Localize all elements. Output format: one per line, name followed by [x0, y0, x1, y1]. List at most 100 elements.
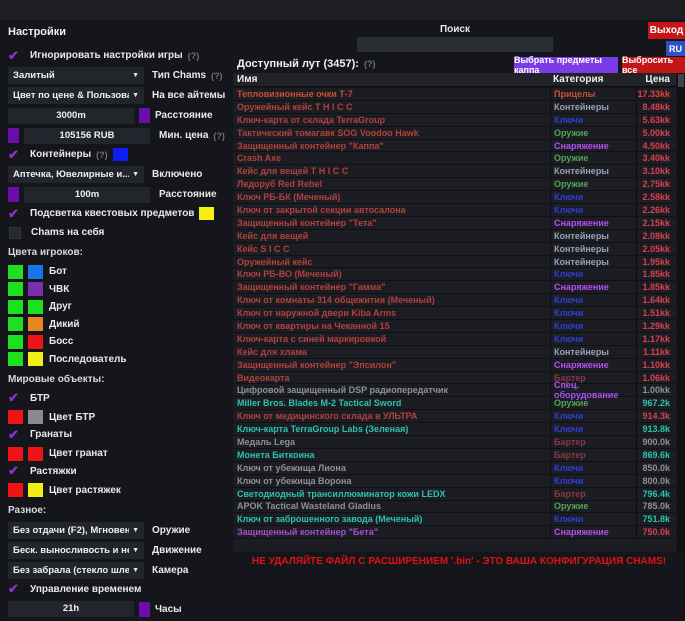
loot-row[interactable]: Miller Bros. Blades M-2 Tactical Sword О…	[233, 397, 676, 410]
loot-row[interactable]: APOK Tactical Wasteland Gladius Оружие 7…	[233, 501, 676, 514]
loot-row[interactable]: Защищенный контейнер "Каппа" Снаряжение …	[233, 140, 676, 153]
column-header-name[interactable]: Имя	[233, 74, 550, 85]
quest-highlight-color-swatch[interactable]	[199, 207, 214, 220]
language-button[interactable]: RU	[666, 41, 685, 56]
btr-color-swatch-2[interactable]	[28, 410, 43, 424]
chevron-down-icon: ▼	[132, 547, 139, 554]
type-color-swatch[interactable]	[28, 352, 43, 366]
checkbox-grenades[interactable]: ✔ Гранаты	[8, 427, 230, 442]
grenade-color-swatch-2[interactable]	[28, 447, 43, 461]
loot-row[interactable]: Ключ от медицинского склада в УЛЬТРА Клю…	[233, 410, 676, 423]
item-distance-input[interactable]: 3000m	[8, 108, 134, 124]
container-distance-input[interactable]: 100m	[24, 187, 150, 203]
loot-row[interactable]: Светодиодный трансиллюминатор кожи LEDX …	[233, 488, 676, 501]
chams-type-dropdown[interactable]: Залитый ▼	[8, 67, 144, 84]
dropdown-value: Залитый	[13, 70, 129, 81]
loot-row[interactable]: Ключ-карта от склада TerraGroup Ключи 5.…	[233, 114, 676, 127]
loot-row[interactable]: Ключ от комнаты 314 общежития (Меченый) …	[233, 294, 676, 307]
loot-row[interactable]: Ключ-карта с синей маркировкой Ключи 1.1…	[233, 333, 676, 346]
exit-button[interactable]: Выход	[648, 22, 685, 39]
type-color-swatch[interactable]	[28, 282, 43, 296]
loot-row[interactable]: Оружейный кейс Контейнеры 1.95kk	[233, 256, 676, 269]
type-color-swatch[interactable]	[28, 335, 43, 349]
container-types-dropdown[interactable]: Аптечка, Ювелирные и... ▼	[8, 166, 144, 183]
tripwire-color-swatch-1[interactable]	[8, 483, 23, 497]
min-price-color-swatch[interactable]	[8, 128, 19, 143]
loot-row[interactable]: Кейс для вещей Контейнеры 2.08kk	[233, 230, 676, 243]
misc-title: Разное:	[8, 505, 230, 516]
loot-row[interactable]: Кейс для хлама Контейнеры 1.11kk	[233, 346, 676, 359]
checkbox-tripwires[interactable]: ✔ Растяжки	[8, 464, 230, 479]
loot-title: Доступный лут (3457):	[237, 58, 359, 70]
loot-row[interactable]: Кейс S I C C Контейнеры 2.05kk	[233, 243, 676, 256]
loot-row[interactable]: Ключ от наружной двери Kiba Arms Ключи 1…	[233, 307, 676, 320]
checkbox-btr[interactable]: ✔ БТР	[8, 391, 230, 406]
loot-row[interactable]: Монета Биткоина Бартер 869.6k	[233, 449, 676, 462]
type-color-swatch[interactable]	[28, 300, 43, 314]
camera-dropdown[interactable]: Без забрала (стекло шлема) ▼	[8, 562, 144, 579]
visible-color-swatch[interactable]	[8, 335, 23, 349]
scrollbar-thumb[interactable]	[678, 74, 684, 87]
visible-color-swatch[interactable]	[8, 282, 23, 296]
item-distance-color-swatch[interactable]	[139, 108, 150, 123]
btr-color-swatch-1[interactable]	[8, 410, 23, 424]
help-icon[interactable]: (?)	[364, 59, 376, 69]
loot-item-category: Ключи	[550, 462, 636, 474]
checkbox-quest-highlight[interactable]: ✔ Подсветка квестовых предметов	[8, 206, 230, 221]
loot-row[interactable]: Ключ от убежища Лиона Ключи 850.0k	[233, 462, 676, 475]
column-header-category[interactable]: Категория	[550, 74, 636, 85]
grenade-color-swatch-1[interactable]	[8, 447, 23, 461]
checkbox-chams-self[interactable]: Chams на себя	[8, 225, 230, 240]
loot-row[interactable]: Ключ от закрытой секции автосалона Ключи…	[233, 204, 676, 217]
min-price-input[interactable]: 105156 RUB	[24, 128, 150, 144]
checkbox-ignore-game-settings[interactable]: ✔ Игнорировать настройки игры (?)	[8, 48, 230, 63]
loot-row[interactable]: Crash Axe Оружие 3.40kk	[233, 152, 676, 165]
hours-color-swatch[interactable]	[139, 602, 150, 617]
loot-row[interactable]: Защищенный контейнер "Гамма" Снаряжение …	[233, 281, 676, 294]
loot-row-partial[interactable]	[233, 539, 676, 552]
loot-row[interactable]: Ледоруб Red Rebel Оружие 2.75kk	[233, 178, 676, 191]
visible-color-swatch[interactable]	[8, 300, 23, 314]
hours-input[interactable]: 21h	[8, 601, 134, 617]
loot-item-category: Снаряжение	[550, 526, 636, 538]
loot-scrollbar[interactable]	[677, 73, 685, 552]
containers-color-swatch[interactable]	[113, 148, 128, 161]
help-icon[interactable]: (?)	[96, 150, 108, 160]
loot-row[interactable]: Защищенный контейнер "Эпсилон" Снаряжени…	[233, 359, 676, 372]
visible-color-swatch[interactable]	[8, 265, 23, 279]
type-color-swatch[interactable]	[28, 265, 43, 279]
loot-row[interactable]: Ключ РБ-БК (Меченый) Ключи 2.58kk	[233, 191, 676, 204]
loot-row[interactable]: Ключ РБ-ВО (Меченый) Ключи 1.85kk	[233, 268, 676, 281]
loot-row[interactable]: Защищенный контейнер "Бета" Снаряжение 7…	[233, 526, 676, 539]
color-mode-dropdown[interactable]: Цвет по цене & Пользователь ▼	[8, 87, 144, 104]
loot-row[interactable]: Тепловизионные очки Т-7 Прицелы 17.33kk	[233, 88, 676, 101]
select-kappa-items-button[interactable]: Выбрать предметы каппа	[514, 57, 618, 73]
checkbox-containers[interactable]: ✔ Контейнеры (?)	[8, 147, 230, 162]
weapon-dropdown[interactable]: Без отдачи (F2), Мгновенное п ▼	[8, 522, 144, 539]
type-color-swatch[interactable]	[28, 317, 43, 331]
search-input[interactable]	[357, 37, 553, 52]
container-distance-color-swatch[interactable]	[8, 187, 19, 202]
input-label: Расстояние	[155, 110, 213, 121]
column-header-price[interactable]: Цена	[636, 74, 676, 85]
loot-row[interactable]: Цифровой защищенный DSP радиопередатчик …	[233, 384, 676, 397]
checkbox-label: БТР	[30, 393, 50, 404]
drop-all-button[interactable]: Выбросить все	[622, 57, 685, 73]
loot-row[interactable]: Кейс для вещей T H I C C Контейнеры 3.10…	[233, 165, 676, 178]
visible-color-swatch[interactable]	[8, 352, 23, 366]
loot-row[interactable]: Ключ-карта TerraGroup Labs (Зеленая) Клю…	[233, 423, 676, 436]
loot-row[interactable]: Медаль Lega Бартер 900.0k	[233, 436, 676, 449]
checkbox-time-control[interactable]: ✔ Управление временем	[8, 582, 230, 597]
help-icon[interactable]: (?)	[188, 51, 200, 61]
tripwire-color-swatch-2[interactable]	[28, 483, 43, 497]
loot-row[interactable]: Защищенный контейнер "Тета" Снаряжение 2…	[233, 217, 676, 230]
loot-row[interactable]: Ключ от убежища Ворона Ключи 800.0k	[233, 475, 676, 488]
help-icon[interactable]: (?)	[213, 131, 225, 141]
loot-row[interactable]: Тактический томагавк SOG Voodoo Hawk Ору…	[233, 127, 676, 140]
loot-row[interactable]: Оружейный кейс T H I C C Контейнеры 8.48…	[233, 101, 676, 114]
help-icon[interactable]: (?)	[211, 71, 223, 81]
loot-row[interactable]: Ключ от квартиры на Чеканной 15 Ключи 1.…	[233, 320, 676, 333]
movement-dropdown[interactable]: Беск. выносливость и нет уста ▼	[8, 542, 144, 559]
loot-row[interactable]: Ключ от заброшенного завода (Меченый) Кл…	[233, 513, 676, 526]
visible-color-swatch[interactable]	[8, 317, 23, 331]
